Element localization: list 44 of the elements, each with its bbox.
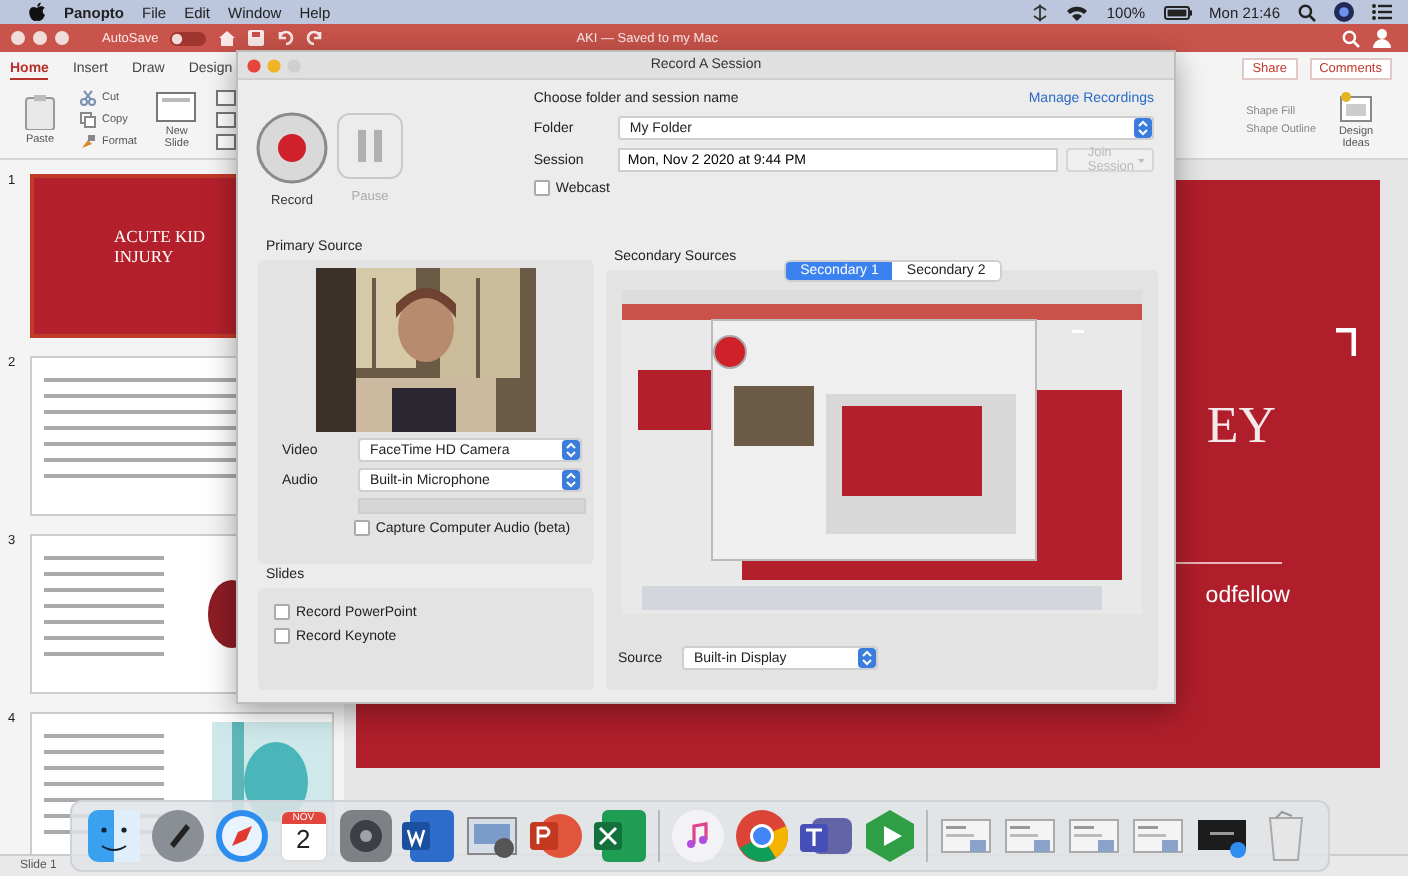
play-icon[interactable] (863, 810, 916, 862)
finder-icon[interactable] (88, 810, 140, 862)
gear-icon[interactable] (339, 810, 392, 862)
checkbox[interactable] (274, 628, 290, 644)
checkbox[interactable] (353, 520, 370, 536)
slide-title: ACUTE KID INJURY (114, 228, 206, 268)
redo-icon[interactable] (306, 30, 325, 46)
slide-title: EY (1206, 396, 1276, 456)
browser-icon[interactable] (735, 810, 788, 862)
copy-icon (80, 112, 96, 128)
stepper-icon (562, 440, 580, 460)
record-button[interactable] (256, 112, 328, 184)
toggle-switch[interactable] (170, 31, 207, 45)
word-icon[interactable] (402, 810, 455, 862)
save-icon[interactable] (248, 30, 265, 46)
person-icon[interactable] (1372, 28, 1392, 48)
window-controls-icon[interactable] (246, 57, 306, 73)
apple-icon[interactable] (28, 2, 46, 22)
wifi-icon[interactable] (1066, 3, 1089, 21)
slide-icon (156, 91, 197, 121)
layout-icon[interactable] (216, 112, 237, 128)
spreadsheet-icon[interactable] (594, 810, 647, 862)
checkbox[interactable] (533, 180, 550, 196)
scissors-icon (80, 90, 96, 106)
clipboard-icon (24, 94, 56, 130)
list-icon[interactable] (1372, 4, 1392, 20)
stepper-icon (1134, 118, 1152, 138)
music-note-icon[interactable] (671, 810, 724, 862)
corner-mark-icon (1336, 328, 1356, 356)
undo-icon[interactable] (276, 30, 295, 46)
siri-icon[interactable] (1334, 2, 1354, 22)
slides-app-icon[interactable] (530, 810, 583, 862)
battery-icon[interactable] (1163, 5, 1192, 19)
compass-icon[interactable] (215, 810, 268, 862)
checkbox[interactable] (274, 604, 290, 620)
stepper-icon (858, 648, 876, 668)
paintbrush-icon (80, 134, 96, 150)
layout-icon[interactable] (216, 134, 237, 150)
stepper-icon (562, 470, 580, 490)
design-ideas-icon (1340, 91, 1372, 121)
search-icon[interactable] (1298, 3, 1316, 21)
slide-subtitle: odfellow (1205, 584, 1290, 608)
home-icon[interactable] (218, 30, 237, 46)
layout-icon[interactable] (216, 90, 237, 106)
